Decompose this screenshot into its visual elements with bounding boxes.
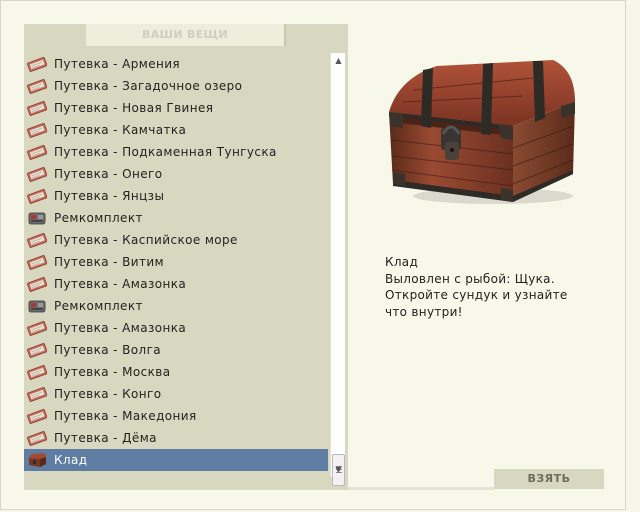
list-item[interactable]: Путевка - Витим: [24, 251, 328, 273]
list-item-label: Путевка - Янцзы: [54, 189, 165, 203]
ticket-icon: [27, 56, 48, 72]
list-item-label: Путевка - Македония: [54, 409, 197, 423]
list-item-selected[interactable]: Клад: [24, 449, 328, 471]
repair-kit-icon: [27, 210, 47, 226]
list-item-label: Клад: [54, 453, 88, 467]
list-item-label: Путевка - Каспийское море: [54, 233, 238, 247]
panel-title: ВАШИ ВЕЩИ: [86, 24, 286, 46]
list-item[interactable]: Путевка - Подкаменная Тунгуска: [24, 141, 328, 163]
ticket-icon: [27, 232, 48, 248]
scroll-up-arrow-icon[interactable]: ▲: [331, 53, 346, 68]
scroll-down-arrow-icon[interactable]: ▼: [331, 462, 346, 477]
ticket-icon: [27, 188, 48, 204]
list-item-label: Путевка - Армения: [54, 57, 181, 71]
ticket-icon: [27, 342, 48, 358]
item-name: Клад: [385, 255, 419, 269]
list-item[interactable]: Путевка - Амазонка: [24, 273, 328, 295]
take-button[interactable]: ВЗЯТЬ: [494, 469, 604, 489]
item-description-line-1: Выловлен с рыбой: Щука.: [385, 271, 555, 286]
list-item-label: Путевка - Волга: [54, 343, 162, 357]
list-item-label: Путевка - Подкаменная Тунгуска: [54, 145, 277, 159]
list-item-label: Путевка - Москва: [54, 365, 171, 379]
list-item[interactable]: Ремкомплект: [24, 295, 328, 317]
list-item[interactable]: Путевка - Камчатка: [24, 119, 328, 141]
list-item-label: Путевка - Амазонка: [54, 277, 187, 291]
list-scrollbar[interactable]: ▲ ▼: [330, 53, 346, 486]
list-item-label: Путевка - Конго: [54, 387, 162, 401]
ticket-icon: [27, 320, 48, 336]
chest-icon: [27, 452, 47, 468]
ticket-icon: [27, 78, 48, 94]
list-item[interactable]: Путевка - Македония: [24, 405, 328, 427]
list-item-label: Путевка - Новая Гвинея: [54, 101, 214, 115]
list-item-label: Путевка - Витим: [54, 255, 165, 269]
list-item[interactable]: Путевка - Москва: [24, 361, 328, 383]
list-item[interactable]: Путевка - Онего: [24, 163, 328, 185]
list-item-label: Путевка - Онего: [54, 167, 163, 181]
ticket-icon: [27, 100, 48, 116]
list-item[interactable]: Путевка - Загадочное озеро: [24, 75, 328, 97]
ticket-icon: [27, 122, 48, 138]
inventory-panel: ВАШИ ВЕЩИ Путевка - Армения Путевка - Заг…: [24, 24, 348, 490]
ticket-icon: [27, 430, 48, 446]
list-item-label: Ремкомплект: [54, 211, 143, 225]
list-item[interactable]: Путевка - Волга: [24, 339, 328, 361]
inventory-list: Путевка - Армения Путевка - Загадочное оз…: [24, 53, 330, 471]
list-item[interactable]: Путевка - Новая Гвинея: [24, 97, 328, 119]
list-item[interactable]: Путевка - Конго: [24, 383, 328, 405]
list-item-label: Ремкомплект: [54, 299, 143, 313]
ticket-icon: [27, 166, 48, 182]
list-item-label: Путевка - Дёма: [54, 431, 157, 445]
list-item[interactable]: Ремкомплект: [24, 207, 328, 229]
list-item[interactable]: Путевка - Амазонка: [24, 317, 328, 339]
item-description-line-3: что внутри!: [385, 304, 463, 319]
item-description-line-2: Откройте сундук и узнайте: [385, 288, 568, 302]
list-item[interactable]: Путевка - Каспийское море: [24, 229, 328, 251]
ticket-icon: [27, 254, 48, 270]
inventory-window: ВАШИ ВЕЩИ Путевка - Армения Путевка - Заг…: [0, 0, 626, 510]
ticket-icon: [27, 276, 48, 292]
list-item[interactable]: Путевка - Армения: [24, 53, 328, 75]
list-item-label: Путевка - Загадочное озеро: [54, 79, 243, 93]
item-description: Клад Выловлен с рыбой: Щука. Откройте су…: [385, 254, 605, 320]
repair-kit-icon: [27, 298, 47, 314]
list-item-label: Путевка - Камчатка: [54, 123, 187, 137]
list-item-label: Путевка - Амазонка: [54, 321, 187, 335]
list-item[interactable]: Путевка - Янцзы: [24, 185, 328, 207]
ticket-icon: [27, 408, 48, 424]
ticket-icon: [27, 364, 48, 380]
ticket-icon: [27, 144, 48, 160]
list-item[interactable]: Путевка - Дёма: [24, 427, 328, 449]
treasure-chest-image: [383, 56, 579, 206]
divider: [348, 487, 494, 490]
ticket-icon: [27, 386, 48, 402]
